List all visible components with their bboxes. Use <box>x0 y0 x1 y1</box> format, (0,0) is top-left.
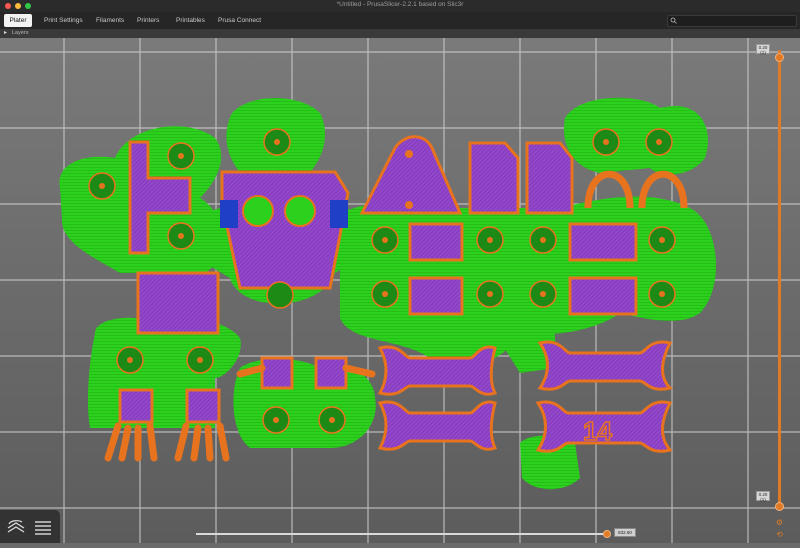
object-bar: ▸ Layers <box>0 29 800 38</box>
gear-icon[interactable]: ⚙ <box>775 518 784 527</box>
tab-bar: Plater Print Settings Filaments Printers… <box>0 12 800 29</box>
legend-icon[interactable] <box>32 516 54 538</box>
tab-printables[interactable]: Printables <box>176 14 205 27</box>
vertical-layer-slider-track[interactable] <box>778 50 781 510</box>
horizontal-slider-thumb[interactable] <box>603 530 611 538</box>
preview-toolbar <box>0 510 60 543</box>
vertical-slider-bottom-thumb[interactable] <box>775 502 784 511</box>
print-bed-viewport[interactable]: 14 <box>0 38 800 543</box>
tab-printers[interactable]: Printers <box>137 14 159 27</box>
tab-plater[interactable]: Plater <box>4 14 32 27</box>
tab-print-settings[interactable]: Print Settings <box>44 14 83 27</box>
sliced-preview: 14 <box>0 38 800 543</box>
object-bar-label: Layers <box>12 30 29 36</box>
settings-icon[interactable]: ⟲ <box>775 530 784 539</box>
vertical-slider-top-thumb[interactable] <box>775 53 784 62</box>
object-hexagon <box>220 170 350 290</box>
window-title: *Untitled - PrusaSlicer-2.2.1 based on S… <box>336 1 464 8</box>
vertical-slider-top-label: 0.20 (1) <box>756 44 770 55</box>
search-input[interactable] <box>667 15 797 27</box>
horizontal-move-slider-track[interactable] <box>196 533 608 535</box>
vertical-slider-bottom-label: 0.20 (1) <box>756 491 770 502</box>
tab-filaments[interactable]: Filaments <box>96 14 124 27</box>
layers-view-icon[interactable] <box>5 516 27 538</box>
search-icon <box>670 17 677 24</box>
expand-icon[interactable]: ▸ <box>4 30 7 37</box>
horizontal-slider-label: 832.60 <box>614 528 636 537</box>
plate-number-text: 14 <box>583 416 612 446</box>
tab-prusa-connect[interactable]: Prusa Connect <box>218 14 261 27</box>
title-bar: *Untitled - PrusaSlicer-2.2.1 based on S… <box>0 0 800 12</box>
